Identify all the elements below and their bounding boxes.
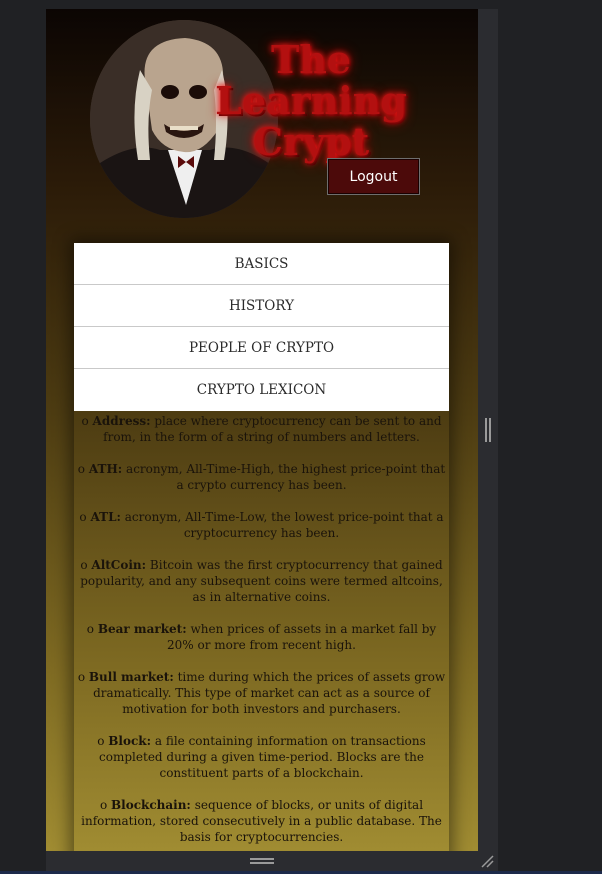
lexicon-list: o Address: place where cryptocurrency ca…: [74, 411, 449, 845]
vertical-grip-icon[interactable]: [485, 418, 491, 442]
app-viewport: The Learning Crypt Logout BASICS HISTORY…: [46, 9, 478, 851]
bullet: o: [97, 734, 105, 748]
nav-item-basics[interactable]: BASICS: [74, 243, 449, 285]
lexicon-definition: acronym, All-Time-High, the highest pric…: [126, 462, 446, 492]
lexicon-definition: when prices of assets in a market fall b…: [167, 622, 437, 652]
bullet: o: [80, 558, 88, 572]
lexicon-definition: acronym, All-Time-Low, the lowest price-…: [124, 510, 444, 540]
lexicon-term: Block:: [108, 734, 152, 748]
bullet: o: [79, 510, 87, 524]
nav-item-history[interactable]: HISTORY: [74, 285, 449, 327]
lexicon-definition: place where cryptocurrency can be sent t…: [103, 414, 442, 444]
lexicon-term: Bear market:: [97, 622, 187, 636]
topic-nav: BASICS HISTORY PEOPLE OF CRYPTO CRYPTO L…: [74, 243, 449, 411]
lexicon-entry: o Address: place where cryptocurrency ca…: [77, 413, 446, 445]
nav-item-crypto-lexicon[interactable]: CRYPTO LEXICON: [74, 369, 449, 411]
lexicon-term: Address:: [92, 414, 151, 428]
logo-title: The Learning Crypt: [196, 39, 426, 162]
bullet: o: [81, 414, 89, 428]
logo-title-line: The: [270, 37, 352, 82]
bullet: o: [99, 798, 108, 812]
resize-handle-icon[interactable]: [480, 854, 494, 868]
nav-item-people-of-crypto[interactable]: PEOPLE OF CRYPTO: [74, 327, 449, 369]
lexicon-entry: o ATL: acronym, All-Time-Low, the lowest…: [77, 509, 446, 541]
lexicon-term: Bull market:: [88, 670, 174, 684]
lexicon-entry: o AltCoin: Bitcoin was the first cryptoc…: [77, 557, 446, 605]
lexicon-entry: o Blockchain: sequence of blocks, or uni…: [77, 797, 446, 845]
lexicon-entry: o ATH: acronym, All-Time-High, the highe…: [77, 461, 446, 493]
logo-title-line: Learning: [215, 78, 407, 123]
lexicon-term: Blockchain:: [111, 798, 191, 812]
content-panel: BASICS HISTORY PEOPLE OF CRYPTO CRYPTO L…: [74, 243, 449, 851]
bullet: o: [86, 622, 95, 636]
logout-button[interactable]: Logout: [327, 158, 420, 195]
logo-title-line: Crypt: [252, 119, 370, 164]
lexicon-entry: o Bear market: when prices of assets in …: [77, 621, 446, 653]
bullet: o: [77, 462, 86, 476]
lexicon-term: ATH:: [88, 462, 123, 476]
bullet: o: [77, 670, 86, 684]
horizontal-grip-icon[interactable]: [250, 858, 274, 864]
lexicon-term: AltCoin:: [91, 558, 147, 572]
lexicon-term: ATL:: [90, 510, 121, 524]
lexicon-entry: o Bull market: time during which the pri…: [77, 669, 446, 717]
lexicon-entry: o Block: a file containing information o…: [77, 733, 446, 781]
